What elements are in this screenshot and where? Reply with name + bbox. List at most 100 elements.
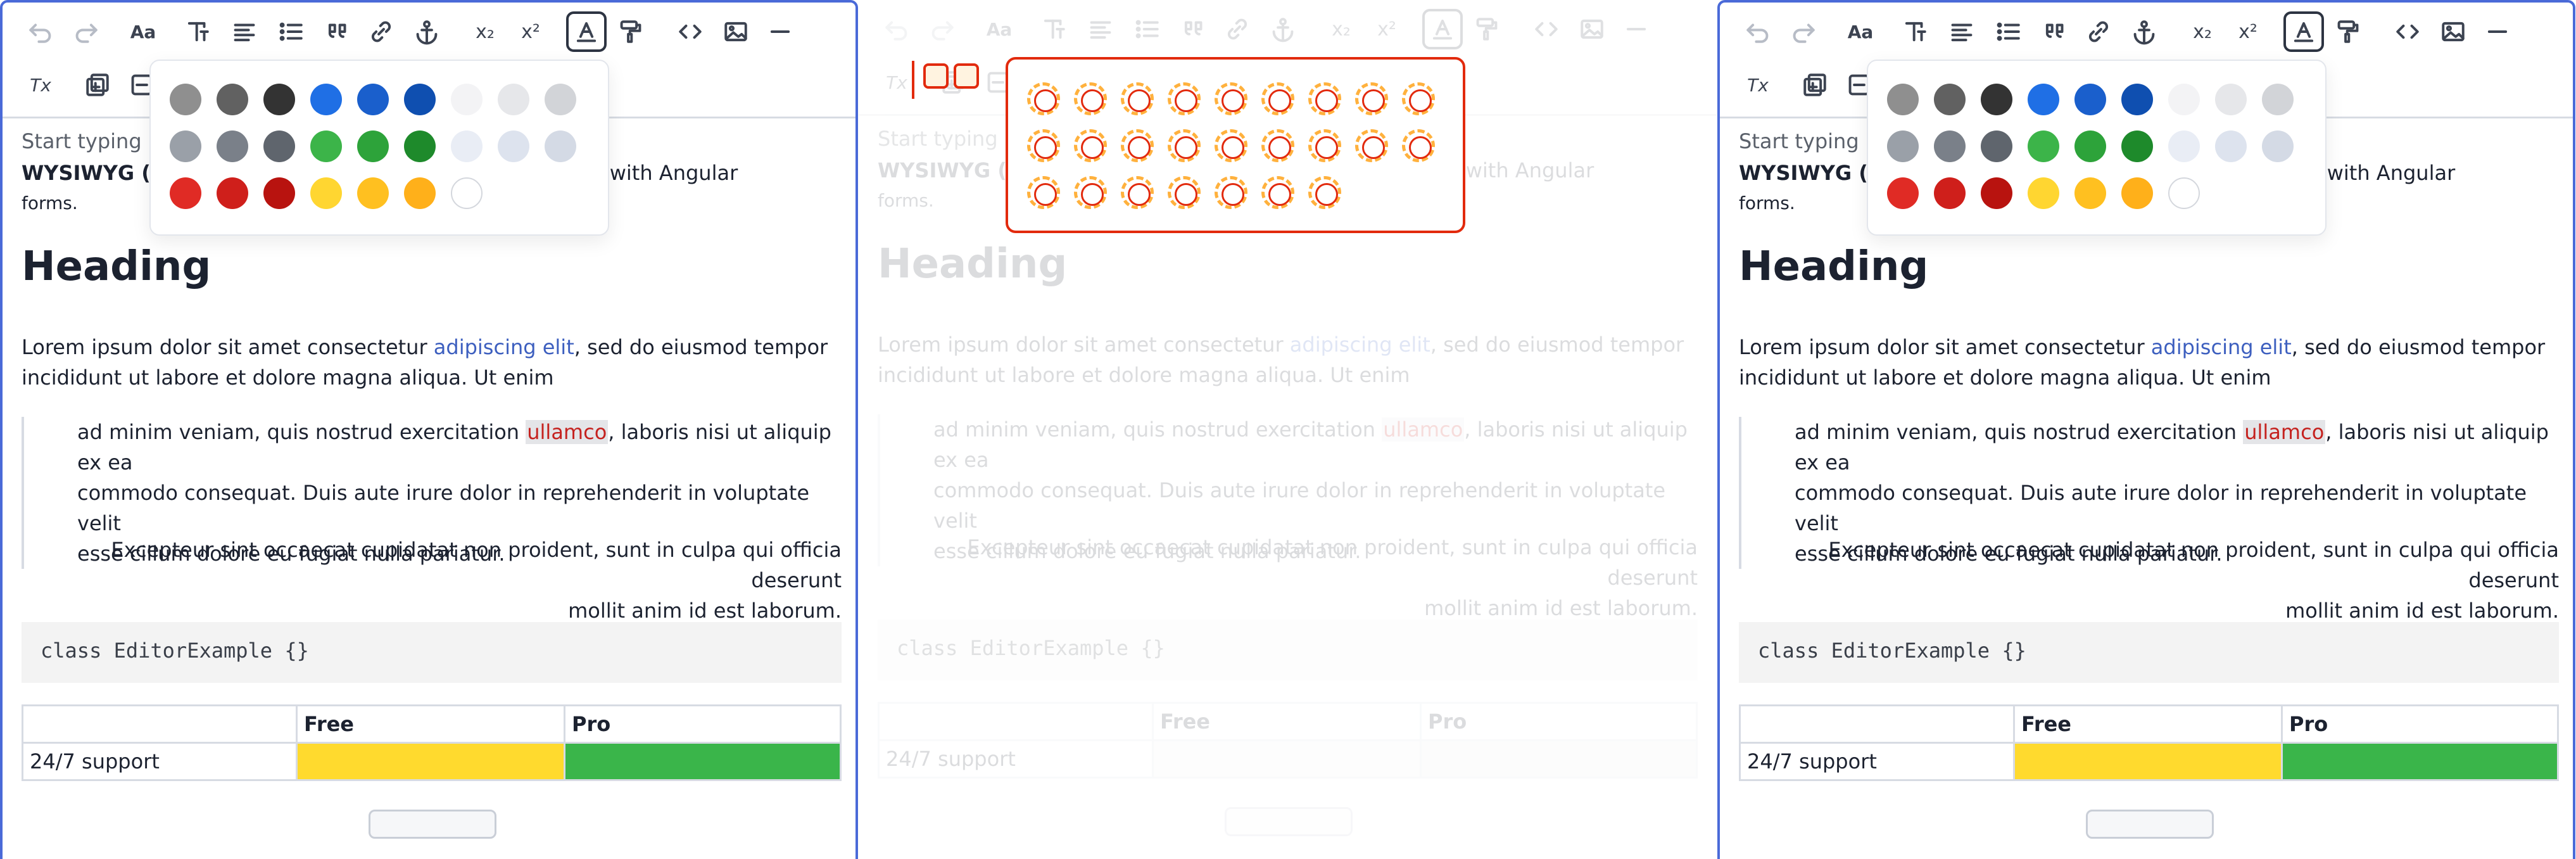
undo-button[interactable] [1738, 11, 1778, 52]
align-button[interactable] [1941, 11, 1982, 52]
text-style-button[interactable] [1895, 11, 1935, 52]
font-size-button[interactable]: Aa [123, 11, 163, 52]
code-button[interactable] [1526, 9, 1567, 49]
bullet-list-button[interactable] [1988, 11, 2029, 52]
redo-button[interactable] [1783, 11, 1824, 52]
clear-format-button[interactable]: Tx [20, 65, 61, 105]
horizontal-rule-button[interactable] [1616, 9, 1657, 49]
color-swatch[interactable] [357, 84, 389, 115]
color-swatch[interactable] [2074, 84, 2106, 115]
color-swatch-focus-ring[interactable] [1261, 129, 1294, 162]
color-swatch[interactable] [1934, 84, 1966, 115]
font-size-button[interactable]: Aa [1840, 11, 1881, 52]
content-link[interactable]: adipiscing elit [434, 335, 574, 359]
color-swatch-focus-ring[interactable] [1355, 129, 1388, 162]
color-swatch[interactable] [217, 130, 248, 162]
color-swatch[interactable] [310, 130, 342, 162]
horizontal-rule-button[interactable] [2477, 11, 2518, 52]
text-color-button[interactable] [566, 11, 607, 52]
bullet-list-button[interactable] [271, 11, 312, 52]
color-swatch[interactable] [310, 177, 342, 209]
font-size-button[interactable]: Aa [979, 9, 1020, 49]
color-swatch[interactable] [2168, 84, 2200, 115]
color-swatch-focus-ring[interactable] [1261, 82, 1294, 115]
color-swatch-focus-ring[interactable] [1308, 176, 1341, 209]
superscript-button[interactable]: x² [510, 11, 551, 52]
color-swatch[interactable] [217, 84, 248, 115]
color-swatch[interactable] [2121, 84, 2153, 115]
anchor-button[interactable] [2124, 11, 2164, 52]
clear-format-button[interactable]: Tx [1738, 65, 1778, 105]
content-link[interactable]: adipiscing elit [1290, 333, 1430, 357]
color-swatch[interactable] [1981, 177, 2012, 209]
table-action-button[interactable] [1225, 807, 1353, 836]
color-swatch[interactable] [170, 84, 201, 115]
color-swatch[interactable] [498, 84, 529, 115]
color-swatch-focus-ring[interactable] [1308, 129, 1341, 162]
color-swatch-focus-ring[interactable] [1027, 176, 1060, 209]
color-swatch-focus-ring[interactable] [1402, 129, 1435, 162]
color-swatch-focus-ring[interactable] [1355, 82, 1388, 115]
align-button[interactable] [224, 11, 265, 52]
color-swatch-focus-ring[interactable] [1402, 82, 1435, 115]
color-swatch-focus-ring[interactable] [1027, 82, 1060, 115]
color-swatch-focus-ring[interactable] [1121, 82, 1154, 115]
color-swatch[interactable] [451, 84, 483, 115]
color-swatch-focus-ring[interactable] [1027, 129, 1060, 162]
color-swatch-focus-ring[interactable] [1168, 176, 1201, 209]
color-swatch[interactable] [2074, 177, 2106, 209]
horizontal-rule-button[interactable] [760, 11, 800, 52]
color-swatch[interactable] [451, 130, 483, 162]
color-swatch-focus-ring[interactable] [1308, 82, 1341, 115]
color-swatch[interactable] [2215, 84, 2247, 115]
anchor-button[interactable] [407, 11, 447, 52]
code-button[interactable] [2387, 11, 2428, 52]
link-button[interactable] [1217, 9, 1258, 49]
color-swatch[interactable] [1887, 84, 1919, 115]
color-swatch[interactable] [1887, 177, 1919, 209]
table-action-button[interactable] [369, 810, 496, 839]
superscript-button[interactable]: x² [2228, 11, 2268, 52]
clear-format-button[interactable]: Tx [876, 62, 917, 103]
color-swatch-focus-ring[interactable] [1074, 129, 1107, 162]
image-button[interactable] [1572, 9, 1612, 49]
color-swatch[interactable] [1981, 130, 2012, 162]
color-swatch[interactable] [545, 130, 576, 162]
insert-table-button[interactable] [77, 65, 118, 105]
image-button[interactable] [2433, 11, 2473, 52]
color-swatch-focus-ring[interactable] [1121, 129, 1154, 162]
color-swatch-focus-ring[interactable] [1074, 176, 1107, 209]
color-swatch-focus-ring[interactable] [1168, 82, 1201, 115]
color-swatch[interactable] [498, 130, 529, 162]
color-swatch[interactable] [2262, 84, 2294, 115]
color-swatch[interactable] [2262, 130, 2294, 162]
code-button[interactable] [670, 11, 710, 52]
color-swatch[interactable] [2074, 130, 2106, 162]
insert-table-button[interactable] [1795, 65, 1835, 105]
text-style-button[interactable] [177, 11, 218, 52]
subscript-button[interactable]: x₂ [465, 11, 505, 52]
color-swatch-focus-ring[interactable] [1074, 82, 1107, 115]
superscript-button[interactable]: x² [1367, 9, 1407, 49]
color-swatch-focus-ring[interactable] [1215, 176, 1247, 209]
undo-button[interactable] [876, 9, 917, 49]
undo-button[interactable] [20, 11, 61, 52]
color-swatch[interactable] [1934, 177, 1966, 209]
color-swatch[interactable] [2168, 177, 2200, 209]
redo-button[interactable] [66, 11, 106, 52]
align-button[interactable] [1080, 9, 1121, 49]
subscript-button[interactable]: x₂ [1321, 9, 1361, 49]
blockquote-button[interactable] [2035, 11, 2076, 52]
redo-button[interactable] [922, 9, 963, 49]
color-swatch[interactable] [2028, 130, 2059, 162]
color-swatch[interactable] [2168, 130, 2200, 162]
text-color-button[interactable] [2283, 11, 2324, 52]
color-swatch[interactable] [1887, 130, 1919, 162]
table-action-button[interactable] [2086, 810, 2214, 839]
text-color-button[interactable] [1422, 9, 1463, 49]
text-style-button[interactable] [1033, 9, 1074, 49]
color-swatch[interactable] [451, 177, 483, 209]
blockquote-button[interactable] [318, 11, 358, 52]
color-swatch[interactable] [1981, 84, 2012, 115]
color-swatch[interactable] [404, 84, 436, 115]
